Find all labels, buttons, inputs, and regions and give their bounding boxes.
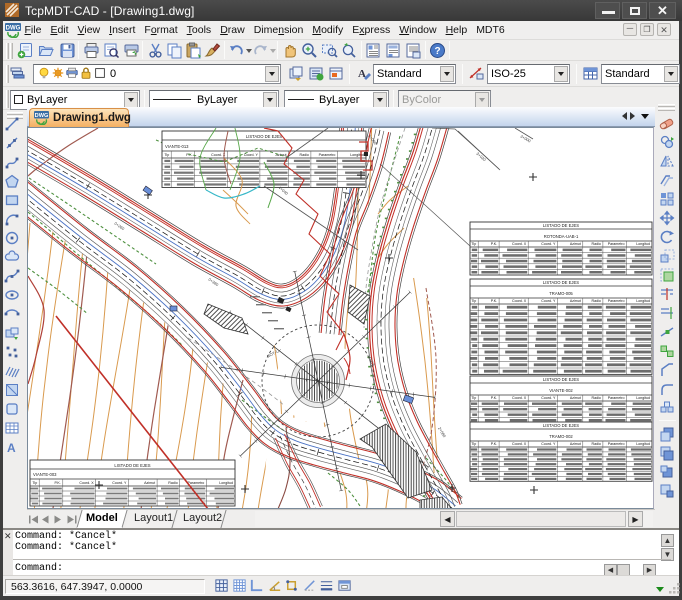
svg-text:A: A <box>7 441 16 455</box>
svg-text:Coord. Y: Coord. Y <box>244 153 259 157</box>
svg-text:P.K.: P.K. <box>491 442 497 446</box>
svg-text:Longitud: Longitud <box>636 242 650 246</box>
svg-text:TRAMO-002: TRAMO-002 <box>549 434 573 439</box>
svg-text:P.K.: P.K. <box>54 481 60 485</box>
svg-text:Parametro: Parametro <box>608 299 625 303</box>
svg-text:Parametro: Parametro <box>319 153 336 157</box>
svg-text:Coord. Y: Coord. Y <box>541 299 556 303</box>
svg-text:P.K.: P.K. <box>491 299 497 303</box>
svg-text:P.K.: P.K. <box>491 396 497 400</box>
svg-text:Coord. X: Coord. X <box>512 242 527 246</box>
svg-text:3+000: 3+000 <box>520 134 533 144</box>
svg-text:Coord. X: Coord. X <box>512 396 527 400</box>
svg-text:Tip: Tip <box>471 396 476 400</box>
svg-text:LISTADO DE EJES: LISTADO DE EJES <box>543 223 579 228</box>
svg-text:Coord. X: Coord. X <box>512 442 527 446</box>
svg-text:Parametro: Parametro <box>608 396 625 400</box>
svg-text:Parametro: Parametro <box>608 442 625 446</box>
svg-text:Radio: Radio <box>300 153 309 157</box>
svg-text:Tip: Tip <box>164 153 169 157</box>
svg-text:VIANTE-013: VIANTE-013 <box>165 144 189 149</box>
svg-text:Azimut: Azimut <box>570 396 581 400</box>
svg-text:Tip: Tip <box>32 481 37 485</box>
svg-text:ROT-1: ROT-1 <box>266 348 279 359</box>
svg-text:Longitud: Longitud <box>636 442 650 446</box>
svg-text:Azimut: Azimut <box>570 242 581 246</box>
svg-text:Coord. X: Coord. X <box>79 481 94 485</box>
svg-text:0+380: 0+380 <box>207 277 220 288</box>
svg-text:ROTONDA-UAB-1: ROTONDA-UAB-1 <box>544 234 579 239</box>
svg-text:LISTADO DE EJES: LISTADO DE EJES <box>543 423 579 428</box>
svg-text:Longitud: Longitud <box>350 153 364 157</box>
svg-text:Longitud: Longitud <box>636 299 650 303</box>
svg-text:3+020: 3+020 <box>475 151 487 163</box>
svg-text:LISTADO DE EJES: LISTADO DE EJES <box>543 280 579 285</box>
svg-text:Radio: Radio <box>592 442 601 446</box>
svg-text:Coord. Y: Coord. Y <box>541 442 556 446</box>
svg-text:Parametro: Parametro <box>188 481 205 485</box>
svg-text:Coord. Y: Coord. Y <box>112 481 127 485</box>
svg-text:Parametro: Parametro <box>608 242 625 246</box>
svg-text:Longitud: Longitud <box>219 481 233 485</box>
svg-text:LISTADO DE EJES: LISTADO DE EJES <box>543 377 579 382</box>
svg-text:Coord. X: Coord. X <box>512 299 527 303</box>
svg-text:Radio: Radio <box>592 396 601 400</box>
svg-text:2+080: 2+080 <box>437 426 447 439</box>
svg-text:Radio: Radio <box>168 481 177 485</box>
svg-text:VIANTE-003: VIANTE-003 <box>33 472 57 477</box>
svg-text:LISTADO DE EJES: LISTADO DE EJES <box>114 463 150 468</box>
svg-text:Azimut: Azimut <box>144 481 155 485</box>
svg-text:Longitud: Longitud <box>636 396 650 400</box>
svg-text:P.K.: P.K. <box>491 242 497 246</box>
svg-text:Coord. Y: Coord. Y <box>541 242 556 246</box>
svg-text:DWG: DWG <box>35 113 49 119</box>
svg-text:LISTADO DE EJES: LISTADO DE EJES <box>246 134 282 139</box>
svg-text:VIANTE-002: VIANTE-002 <box>549 388 573 393</box>
svg-text:Tip: Tip <box>471 299 476 303</box>
svg-text:TRAMO-005: TRAMO-005 <box>549 291 573 296</box>
svg-text:Tip: Tip <box>471 442 476 446</box>
svg-text:Radio: Radio <box>592 299 601 303</box>
svg-text:Coord. Y: Coord. Y <box>541 396 556 400</box>
svg-text:Azimut: Azimut <box>570 299 581 303</box>
svg-text:P.K.: P.K. <box>186 153 192 157</box>
svg-text:Radio: Radio <box>592 242 601 246</box>
svg-text:?: ? <box>434 46 440 57</box>
svg-text:Azimut: Azimut <box>570 442 581 446</box>
svg-text:DWG: DWG <box>6 26 21 32</box>
svg-text:Tip: Tip <box>471 242 476 246</box>
